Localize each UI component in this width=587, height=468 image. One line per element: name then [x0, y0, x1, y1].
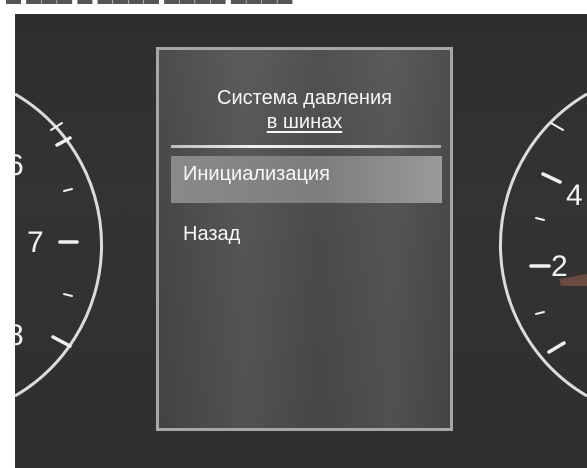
left-gauge-label-6: 6 — [15, 149, 24, 182]
right-gauge-ticks — [529, 122, 566, 354]
display-title-line1: Система давления — [217, 87, 392, 109]
cropped-caption-strip: ▬ ▬▬▬ ▬ ▬▬▬▬ ▬▬▬▬ ▬▬▬▬ — [0, 0, 587, 14]
right-gauge-label-2: 2 — [551, 250, 568, 283]
menu-item-initialization-label: Инициализация — [183, 163, 330, 185]
center-display: Система давления в шинах Инициализация Н… — [156, 47, 453, 431]
display-title-line2: в шинах — [266, 111, 343, 133]
menu-item-back-label: Назад — [183, 223, 241, 245]
instrument-cluster: 6 7 8 4 2 Система давления в шинах Иници… — [15, 14, 587, 468]
menu-item-back[interactable]: Назад — [171, 218, 442, 252]
cropped-caption-text: ▬ ▬▬▬ ▬ ▬▬▬▬ ▬▬▬▬ ▬▬▬▬ — [6, 0, 293, 8]
right-gauge-arc — [498, 92, 587, 398]
title-divider — [171, 145, 441, 148]
left-gauge-label-7: 7 — [27, 226, 44, 259]
left-gauge-ticks — [50, 122, 79, 348]
menu-item-initialization[interactable]: Инициализация — [171, 156, 442, 203]
display-title: Система давления в шинах — [159, 86, 450, 134]
right-gauge-label-4: 4 — [566, 179, 583, 212]
left-gauge-label-8: 8 — [15, 319, 24, 352]
